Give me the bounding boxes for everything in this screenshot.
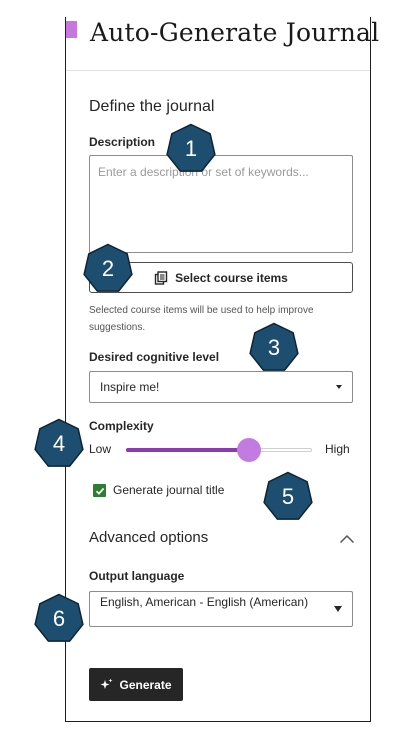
page-title: Auto-Generate Journal — [90, 18, 380, 47]
accent-bar — [66, 21, 77, 38]
chevron-up-icon[interactable] — [339, 534, 355, 544]
section-title: Define the journal — [89, 98, 215, 115]
generate-title-label: Generate journal title — [113, 483, 225, 497]
complexity-slider-fill — [126, 448, 249, 452]
callout-number: 3 — [267, 335, 281, 360]
description-label: Description — [89, 135, 156, 149]
complexity-slider-thumb[interactable] — [236, 438, 261, 462]
generate-button[interactable]: Generate — [89, 668, 183, 701]
header-divider — [66, 70, 370, 71]
cognitive-level-value: Inspire me! — [100, 380, 160, 394]
output-language-select[interactable]: English, American - English (American) — [89, 591, 353, 627]
callout-marker-4: 4 — [33, 418, 85, 470]
course-items-helper-text: Selected course items will be used to he… — [89, 305, 314, 333]
complexity-label: Complexity — [89, 419, 154, 433]
callout-number: 2 — [101, 256, 115, 281]
select-course-items-label: Select course items — [175, 270, 288, 285]
callout-number: 4 — [52, 431, 66, 456]
caret-down-icon — [334, 606, 342, 612]
generate-title-checkbox[interactable] — [93, 484, 106, 497]
generate-label: Generate — [119, 677, 172, 692]
callout-number: 6 — [52, 606, 66, 631]
output-language-value: English, American - English (American) — [100, 595, 309, 609]
output-language-label: Output language — [89, 569, 185, 583]
copy-pages-icon — [154, 270, 168, 285]
advanced-options-title: Advanced options — [89, 529, 209, 546]
caret-down-icon — [336, 385, 342, 389]
callout-number: 1 — [184, 136, 198, 161]
complexity-high-label: High — [325, 442, 350, 456]
callout-number: 5 — [281, 484, 295, 509]
callout-marker-3: 3 — [248, 322, 300, 374]
sparkle-icon — [100, 678, 113, 691]
cognitive-level-label: Desired cognitive level — [89, 350, 220, 364]
callout-marker-2: 2 — [82, 243, 134, 295]
callout-marker-6: 6 — [33, 593, 85, 645]
callout-marker-5: 5 — [262, 471, 314, 523]
description-input[interactable] — [89, 155, 353, 253]
cognitive-level-select[interactable]: Inspire me! — [89, 371, 353, 403]
checkmark-icon — [95, 487, 104, 495]
callout-marker-1: 1 — [165, 123, 217, 175]
complexity-low-label: Low — [89, 442, 112, 456]
